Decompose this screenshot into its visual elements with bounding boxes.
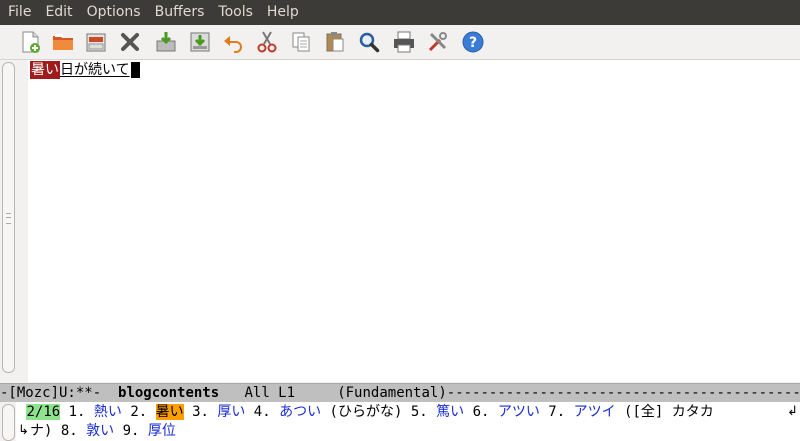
candidate-item[interactable]: 厚位 (148, 423, 176, 439)
help-icon[interactable]: ? (460, 29, 486, 55)
minibuffer[interactable]: 2/16 1. 熱い 2. 暑い 3. 厚い 4. あつい (ひらがな) 5. … (0, 402, 800, 441)
line-continuation-icon: ↳ (18, 423, 29, 438)
editor-buffer[interactable]: 暑い 日が続いて (28, 60, 800, 382)
save-as-icon[interactable] (187, 29, 213, 55)
fringe (16, 60, 28, 382)
close-icon[interactable] (117, 29, 143, 55)
preedit-segment-rest: 日が続いて (60, 62, 130, 78)
candidate-num: 2. (130, 404, 148, 420)
candidate-item[interactable]: 熱い (94, 404, 122, 420)
modeline-prefix: -[Mozc]U:**- (0, 385, 119, 401)
candidate-item[interactable]: 篤い (436, 404, 464, 420)
menu-bar: File Edit Options Buffers Tools Help (0, 0, 800, 25)
candidate-num: 1. (68, 404, 86, 420)
scrollbar-grip-icon[interactable] (6, 213, 11, 224)
copy-icon[interactable] (288, 29, 314, 55)
candidate-item[interactable]: アツイ (574, 404, 616, 420)
candidate-annotation: ([全] カタカ (624, 404, 714, 420)
vertical-scrollbar[interactable] (2, 62, 15, 373)
candidate-num: 3. (192, 404, 209, 420)
preferences-icon[interactable] (425, 29, 451, 55)
candidate-num: 9. (122, 423, 140, 439)
candidate-num: 4. (253, 404, 271, 420)
candidate-item-selected[interactable]: 暑い (155, 404, 184, 420)
candidate-num: 7. (548, 404, 566, 420)
line-wrap-icon: ↲ (787, 404, 798, 419)
buffer-line-1: 暑い 日が続いて (30, 61, 140, 79)
candidate-line-1: 2/16 1. 熱い 2. 暑い 3. 厚い 4. あつい (ひらがな) 5. … (18, 403, 714, 421)
preedit-segment-selected: 暑い (30, 61, 60, 79)
candidate-num: 8. (60, 423, 78, 439)
minibuffer-scrollbar[interactable] (2, 404, 15, 441)
modeline-fill: ----------------------------------------… (446, 385, 800, 401)
paste-icon[interactable] (322, 29, 348, 55)
svg-text:?: ? (469, 35, 477, 51)
menu-buffers[interactable]: Buffers (148, 0, 212, 25)
menu-options[interactable]: Options (80, 0, 148, 25)
modeline-position: All L1 (219, 385, 338, 401)
modeline-mode: (Fundamental) (337, 385, 447, 401)
candidate-annotation: (ひらがな) (329, 404, 403, 420)
candidate-counter: 2/16 (26, 404, 61, 420)
menu-edit[interactable]: Edit (38, 0, 79, 25)
candidate-line-2: ナ) 8. 敦い 9. 厚位 (30, 422, 176, 440)
candidate-num: 5. (410, 404, 428, 420)
candidate-num: 6. (472, 404, 490, 420)
candidate-item[interactable]: あつい (279, 404, 321, 420)
undo-icon[interactable] (220, 29, 246, 55)
candidate-annotation: ナ) (30, 423, 53, 439)
text-cursor (130, 62, 140, 78)
cut-icon[interactable] (254, 29, 280, 55)
open-folder-icon[interactable] (50, 29, 76, 55)
search-icon[interactable] (356, 29, 382, 55)
candidate-item[interactable]: 敦い (86, 423, 114, 439)
print-icon[interactable] (391, 29, 417, 55)
save-icon[interactable] (153, 29, 179, 55)
toolbar: ? (0, 25, 800, 60)
menu-help[interactable]: Help (260, 0, 306, 25)
dired-icon[interactable] (83, 29, 109, 55)
new-file-icon[interactable] (17, 29, 43, 55)
menu-tools[interactable]: Tools (211, 0, 260, 25)
candidate-item[interactable]: 厚い (217, 404, 245, 420)
candidate-item[interactable]: アツい (498, 404, 540, 420)
mode-line: -[Mozc]U:**- blogcontents All L1 (Fundam… (0, 383, 800, 402)
menu-file[interactable]: File (0, 0, 38, 25)
modeline-buffer-name: blogcontents (118, 385, 220, 401)
